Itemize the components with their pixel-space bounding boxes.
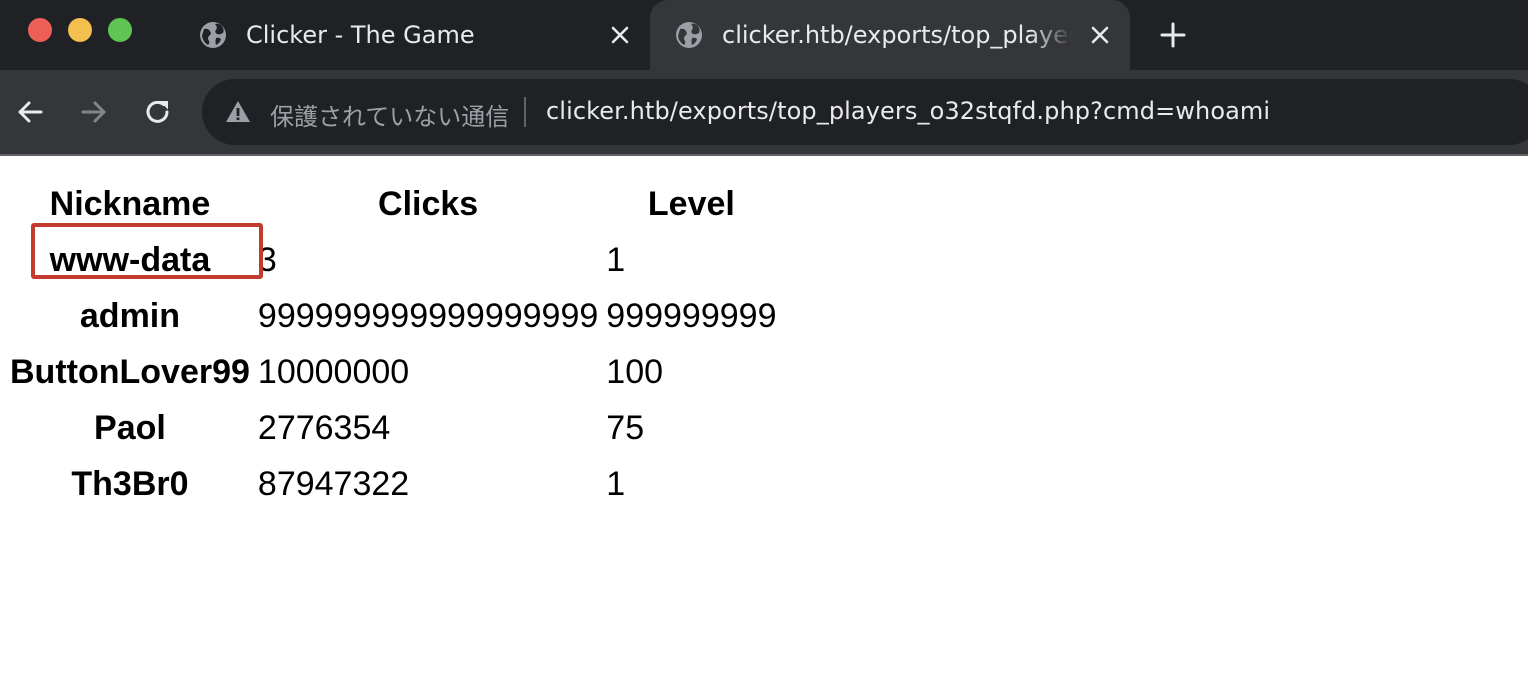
- column-header-nickname: Nickname: [49, 185, 211, 223]
- nickname-cell: Th3Br0: [71, 465, 189, 503]
- window-zoom-button[interactable]: [108, 18, 132, 42]
- tab-clicker-game[interactable]: Clicker - The Game: [182, 0, 642, 70]
- column-header-level: Level: [647, 185, 735, 223]
- nickname-cell: ButtonLover99: [10, 353, 250, 391]
- nickname-cell: admin: [79, 297, 181, 335]
- window-close-button[interactable]: [28, 18, 52, 42]
- table-row: Paol 2776354 75: [8, 400, 778, 456]
- clicks-cell: 999999999999999999: [257, 297, 599, 335]
- reload-icon[interactable]: [142, 96, 174, 128]
- url-text[interactable]: clicker.htb/exports/top_players_o32stqfd…: [546, 97, 1270, 125]
- address-bar[interactable]: 保護されていない通信 clicker.htb/exports/top_playe…: [202, 79, 1528, 145]
- level-cell: 100: [606, 353, 664, 391]
- forward-arrow-icon[interactable]: [78, 96, 110, 128]
- globe-icon: [200, 22, 226, 48]
- omnibox-divider: [524, 97, 526, 127]
- level-cell: 75: [606, 409, 645, 447]
- table-row: ButtonLover99 10000000 100: [8, 344, 778, 400]
- clicks-cell: 3: [257, 241, 277, 279]
- globe-icon: [676, 22, 702, 48]
- top-players-table: Nickname Clicks Level www-data 3 1 admin…: [4, 176, 782, 512]
- browser-toolbar: 保護されていない通信 clicker.htb/exports/top_playe…: [0, 70, 1528, 154]
- window-minimize-button[interactable]: [68, 18, 92, 42]
- table-header-row: Nickname Clicks Level: [8, 176, 778, 232]
- tab-strip: Clicker - The Game clicker.htb/exports/t…: [0, 0, 1528, 70]
- table-row: admin 999999999999999999 999999999: [8, 288, 778, 344]
- clicks-cell: 10000000: [257, 353, 410, 391]
- close-tab-icon[interactable]: [1088, 23, 1112, 47]
- clicks-cell: 87947322: [257, 465, 410, 503]
- close-tab-icon[interactable]: [608, 23, 632, 47]
- nickname-cell: Paol: [94, 409, 166, 447]
- table-row: www-data 3 1: [8, 232, 778, 288]
- tab-top-players[interactable]: clicker.htb/exports/top_players_o32stqfd…: [650, 0, 1130, 70]
- column-header-clicks: Clicks: [378, 185, 479, 223]
- level-cell: 999999999: [606, 297, 777, 335]
- new-tab-plus-icon[interactable]: [1158, 20, 1188, 50]
- level-cell: 1: [606, 241, 626, 279]
- warning-triangle-icon[interactable]: [224, 98, 252, 126]
- level-cell: 1: [606, 465, 626, 503]
- tab-title: Clicker - The Game: [246, 21, 475, 49]
- nickname-cell: www-data: [49, 241, 211, 279]
- page-content: Nickname Clicks Level www-data 3 1 admin…: [0, 156, 1528, 688]
- security-status-label[interactable]: 保護されていない通信: [270, 97, 509, 132]
- back-arrow-icon[interactable]: [14, 96, 46, 128]
- clicks-cell: 2776354: [257, 409, 391, 447]
- table-row: Th3Br0 87947322 1: [8, 456, 778, 512]
- tab-title: clicker.htb/exports/top_players_o32stqfd…: [722, 21, 1072, 49]
